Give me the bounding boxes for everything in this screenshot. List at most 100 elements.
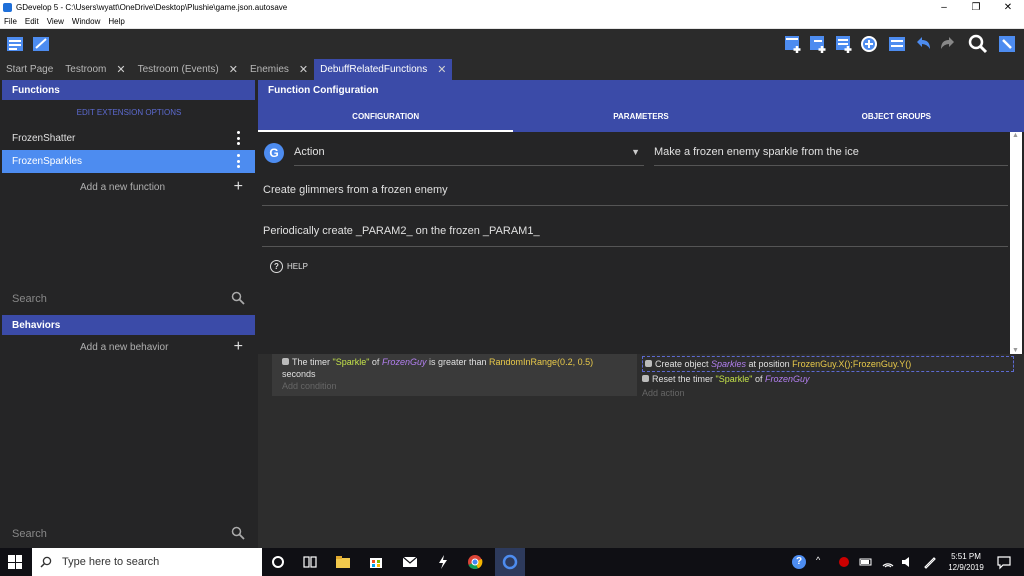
sentence-field[interactable]: Periodically create _PARAM2_ on the froz… (262, 225, 1008, 247)
function-type-select[interactable]: Action ▼ (294, 146, 644, 166)
add-subevent-icon[interactable] (808, 34, 828, 54)
help-button[interactable]: ? HELP (270, 260, 308, 273)
add-behavior-button[interactable]: Add a new behavior + (2, 338, 255, 357)
condition-text: The timer (292, 357, 333, 367)
actions-block[interactable]: Create object Sparkles at position Froze… (638, 354, 1018, 398)
condition-timer[interactable]: The timer "Sparkle" of FrozenGuy is grea… (282, 356, 627, 380)
close-window-button[interactable]: ✕ (992, 2, 1024, 13)
add-behavior-label: Add a new behavior (80, 342, 169, 353)
action-create-object[interactable]: Create object Sparkles at position Froze… (642, 356, 1014, 372)
action-text: Create object (655, 359, 712, 369)
preview-icon[interactable] (997, 34, 1017, 54)
battery-icon[interactable] (858, 554, 874, 570)
tab-testroom[interactable]: Testroom ✕ (59, 59, 131, 80)
tab-enemies[interactable]: Enemies ✕ (244, 59, 314, 80)
plus-icon[interactable]: + (234, 338, 243, 356)
search-placeholder: Search (12, 528, 47, 540)
cortana-icon[interactable] (270, 554, 286, 570)
store-icon[interactable] (368, 554, 384, 570)
app-icon[interactable] (435, 554, 451, 570)
window-title: GDevelop 5 - C:\Users\wyatt\OneDrive\Des… (16, 3, 288, 12)
configuration-scrollbar[interactable]: ▲ ▼ (1010, 132, 1022, 354)
volume-icon[interactable] (900, 554, 916, 570)
close-icon[interactable]: ✕ (437, 63, 446, 76)
menu-edit[interactable]: Edit (21, 17, 43, 26)
close-icon[interactable]: ✕ (229, 63, 238, 76)
tab-configuration[interactable]: CONFIGURATION (258, 100, 514, 132)
menu-file[interactable]: File (0, 17, 21, 26)
tab-label: Testroom (Events) (137, 64, 219, 75)
undo-icon[interactable] (913, 34, 933, 54)
file-explorer-icon[interactable] (335, 554, 351, 570)
minimize-button[interactable]: – (928, 2, 960, 13)
tab-object-groups[interactable]: OBJECT GROUPS (769, 100, 1024, 132)
function-search-field[interactable]: Search (2, 288, 255, 310)
edit-extension-options-button[interactable]: EDIT EXTENSION OPTIONS (0, 108, 258, 117)
search-icon (231, 526, 245, 540)
chrome-icon[interactable] (467, 554, 483, 570)
search-icon (40, 556, 52, 568)
tab-parameters[interactable]: PARAMETERS (513, 100, 768, 132)
delete-events-icon[interactable] (887, 34, 907, 54)
action-reset-timer[interactable]: Reset the timer "Sparkle" of FrozenGuy (642, 372, 1014, 386)
windows-start-icon[interactable] (8, 555, 22, 569)
tab-testroom-events[interactable]: Testroom (Events) ✕ (132, 59, 244, 80)
condition-block[interactable]: The timer "Sparkle" of FrozenGuy is grea… (272, 354, 637, 396)
project-manager-icon[interactable] (5, 34, 25, 54)
menu-view[interactable]: View (43, 17, 68, 26)
add-function-label: Add a new function (80, 182, 166, 193)
description-field[interactable]: Create glimmers from a frozen enemy (262, 184, 1008, 206)
function-name: FrozenShatter (12, 133, 76, 144)
behavior-search-field[interactable]: Search (2, 523, 255, 545)
timer-name: "Sparkle" (332, 357, 370, 367)
add-action-button[interactable]: Add action (642, 386, 1014, 400)
add-function-button[interactable]: Add a new function + (2, 178, 255, 197)
show-hidden-icons-icon[interactable]: ^ (816, 555, 820, 565)
function-item-frozenshatter[interactable]: FrozenShatter (2, 127, 255, 150)
task-view-icon[interactable] (302, 554, 318, 570)
add-comment-icon[interactable] (834, 34, 854, 54)
tab-label: Start Page (6, 64, 54, 75)
help-tray-icon[interactable]: ? (792, 555, 806, 569)
dropdown-arrow-icon[interactable]: ▼ (631, 147, 640, 157)
open-scene-icon[interactable] (31, 34, 51, 54)
close-icon[interactable]: ✕ (299, 63, 308, 76)
notifications-icon[interactable] (996, 554, 1012, 570)
tab-debuff-related-functions[interactable]: DebuffRelatedFunctions ✕ (314, 59, 453, 80)
gdevelop-app-icon (3, 3, 12, 12)
function-configuration-header: Function Configuration (258, 80, 1024, 100)
wifi-icon[interactable] (880, 554, 896, 570)
antivirus-icon[interactable] (836, 554, 852, 570)
search-placeholder: Search (12, 293, 47, 305)
function-type-row: G Action ▼ Make a frozen enemy sparkle f… (262, 142, 1008, 168)
add-event-icon[interactable] (783, 34, 803, 54)
full-name-field[interactable]: Make a frozen enemy sparkle from the ice (654, 146, 1008, 166)
events-sheet: The timer "Sparkle" of FrozenGuy is grea… (258, 354, 1024, 548)
search-placeholder: Type here to search (62, 556, 160, 568)
pen-icon[interactable] (922, 554, 938, 570)
gdevelop-icon (502, 554, 518, 570)
function-item-frozensparkles[interactable]: FrozenSparkles (2, 150, 255, 173)
tab-label: DebuffRelatedFunctions (320, 64, 428, 75)
more-options-icon[interactable] (237, 131, 241, 145)
maximize-button[interactable]: ❐ (960, 2, 992, 13)
add-circle-icon[interactable] (859, 34, 879, 54)
tab-start-page[interactable]: Start Page (0, 59, 59, 80)
close-icon[interactable]: ✕ (116, 63, 125, 76)
scroll-up-icon[interactable]: ▲ (1012, 132, 1019, 139)
taskbar-search-box[interactable]: Type here to search (32, 548, 262, 576)
mail-icon[interactable] (402, 554, 418, 570)
add-condition-button[interactable]: Add condition (282, 380, 627, 392)
taskbar-clock[interactable]: 5:51 PM 12/9/2019 (944, 551, 988, 573)
menu-help[interactable]: Help (104, 17, 128, 26)
search-events-icon[interactable] (968, 34, 988, 54)
gdevelop-taskbar-button[interactable] (495, 548, 525, 576)
redo-icon[interactable] (938, 34, 958, 54)
menu-window[interactable]: Window (68, 17, 104, 26)
scroll-down-icon[interactable]: ▼ (1012, 347, 1019, 354)
more-options-icon[interactable] (237, 154, 241, 168)
timer-icon (282, 358, 289, 365)
plus-icon[interactable]: + (234, 178, 243, 196)
editor-tabs: Start Page Testroom ✕ Testroom (Events) ✕ … (0, 59, 1024, 80)
help-icon: ? (270, 260, 283, 273)
